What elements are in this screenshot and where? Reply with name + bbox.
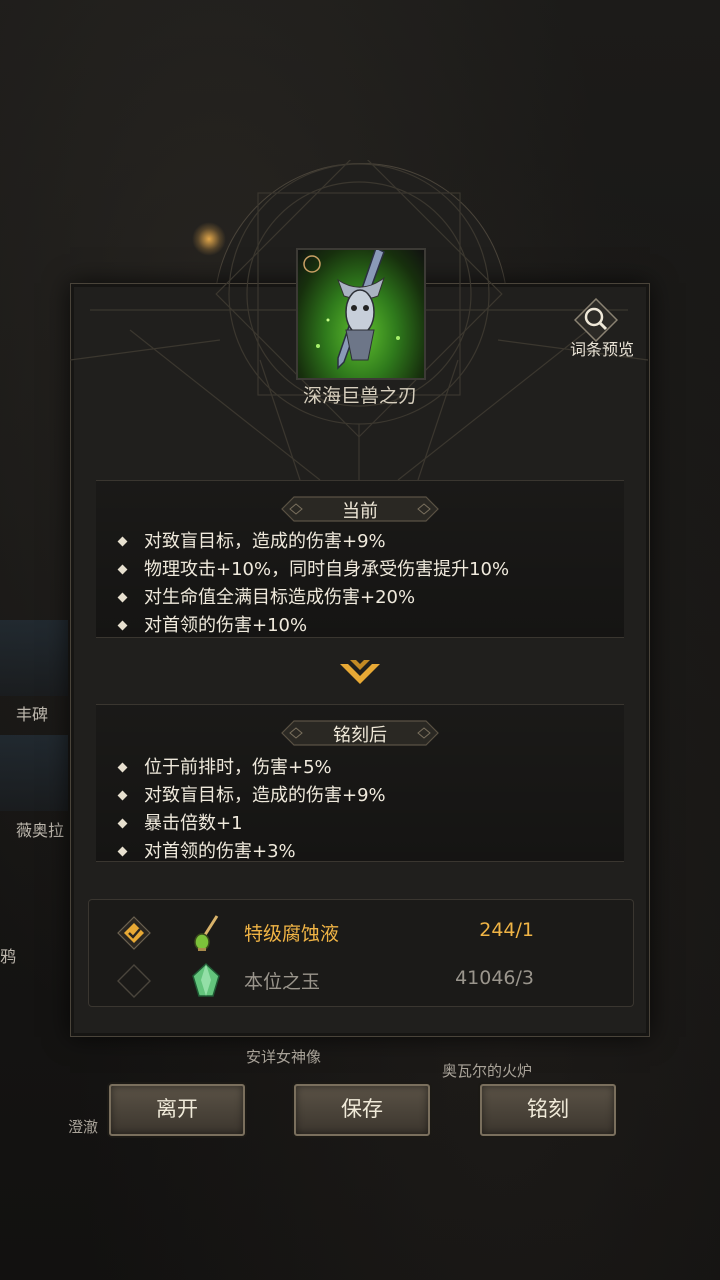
potion-icon	[194, 915, 219, 951]
background-location-label: 安详女神像	[246, 1048, 322, 1066]
after-effects-list: 位于前排时，伤害+5% 对致盲目标，造成的伤害+9% 暴击倍数+1 对首领的伤害…	[116, 754, 386, 866]
leave-button[interactable]: 离开	[109, 1084, 245, 1136]
background-location-label: 丰碑	[16, 705, 49, 724]
background-torch-glow	[192, 222, 226, 256]
effect-line: 物理攻击+10%，同时自身承受伤害提升10%	[116, 556, 509, 584]
materials-box: 特级腐蚀液 244/1 本位之玉 41046/3	[88, 899, 634, 1007]
background-location-label: 澄澈	[68, 1118, 99, 1136]
effect-line: 对首领的伤害+10%	[116, 612, 509, 640]
effect-line: 暴击倍数+1	[116, 810, 386, 838]
entry-preview-button[interactable]: 词条预览	[564, 296, 640, 366]
after-section-header: 铭刻后	[280, 718, 440, 748]
current-section-header: 当前	[280, 494, 440, 524]
background-location-thumb	[0, 735, 68, 811]
background-location-label: 鸦	[0, 947, 17, 966]
current-effects-list: 对致盲目标，造成的伤害+9% 物理攻击+10%，同时自身承受伤害提升10% 对生…	[116, 528, 509, 640]
unchecked-diamond-icon[interactable]	[117, 964, 151, 998]
material-name: 本位之玉	[244, 971, 321, 993]
material-count: 244/1	[479, 919, 534, 941]
effect-line: 位于前排时，伤害+5%	[116, 754, 386, 782]
material-row[interactable]: 特级腐蚀液 244/1	[89, 910, 633, 954]
checkmark-icon[interactable]	[117, 916, 151, 950]
material-count: 41046/3	[455, 967, 534, 989]
background-location-label: 奥瓦尔的火炉	[442, 1062, 533, 1080]
chevron-down-icon	[340, 660, 380, 684]
item-name: 深海巨兽之刃	[302, 385, 417, 407]
effect-line: 对致盲目标，造成的伤害+9%	[116, 528, 509, 556]
material-row[interactable]: 本位之玉 41046/3	[89, 958, 633, 1002]
effect-line: 对生命值全满目标造成伤害+20%	[116, 584, 509, 612]
item-sword-icon[interactable]	[296, 246, 426, 380]
effect-line: 对致盲目标，造成的伤害+9%	[116, 782, 386, 810]
jade-crystal-icon	[192, 962, 220, 997]
after-title: 铭刻后	[333, 725, 387, 746]
inscribe-button[interactable]: 铭刻	[480, 1084, 616, 1136]
background-location-label: 薇奥拉	[16, 821, 65, 840]
entry-preview-label: 词条预览	[569, 340, 634, 359]
current-title: 当前	[342, 501, 378, 522]
effect-line: 对首领的伤害+3%	[116, 838, 386, 866]
material-name: 特级腐蚀液	[244, 923, 340, 945]
save-button[interactable]: 保存	[294, 1084, 430, 1136]
sword-icon	[303, 246, 400, 370]
background-location-thumb	[0, 620, 68, 696]
